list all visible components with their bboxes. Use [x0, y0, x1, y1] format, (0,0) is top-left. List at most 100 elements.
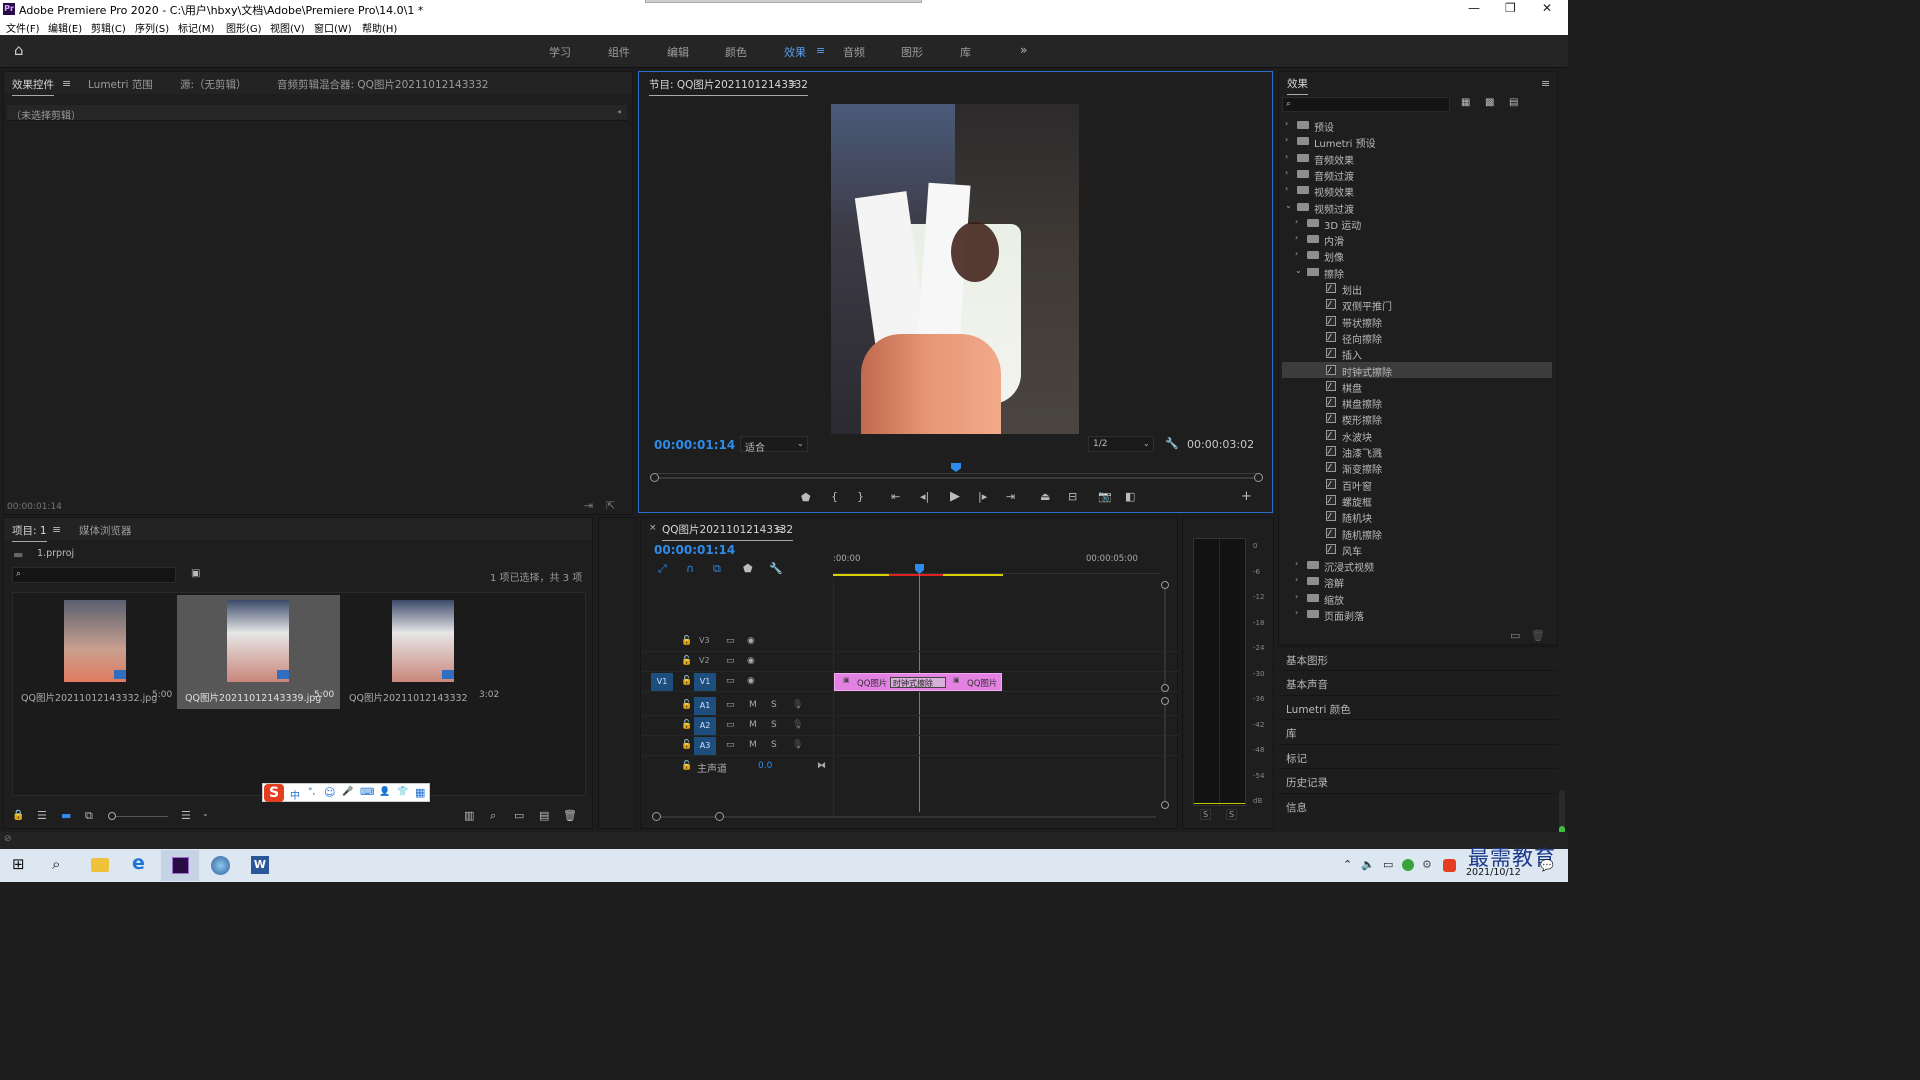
- go-to-end-icon[interactable]: ⧓: [817, 761, 826, 771]
- right-scroll-indicator[interactable]: [1559, 790, 1565, 836]
- close-tab-icon[interactable]: ×: [649, 524, 657, 533]
- track-target-a3[interactable]: A3: [694, 737, 716, 755]
- lock-icon[interactable]: 🔓: [681, 656, 692, 666]
- tab-effect-controls[interactable]: 效果控件: [12, 77, 54, 96]
- a-scroll-bottom[interactable]: [1161, 801, 1169, 809]
- add-marker-icon[interactable]: ⬟: [743, 563, 753, 574]
- effect-folder[interactable]: › 音频效果: [1282, 150, 1552, 167]
- zoom-scrollbar[interactable]: [650, 473, 1263, 482]
- master-volume[interactable]: 0.0: [758, 761, 772, 771]
- menu-edit[interactable]: 编辑(E): [48, 20, 82, 35]
- ime-user-icon[interactable]: 👤: [379, 787, 390, 797]
- tray-app-icon[interactable]: [1402, 859, 1414, 871]
- workspace-editing[interactable]: 编辑: [667, 44, 689, 60]
- effect-folder[interactable]: ⌄ 视频过渡: [1282, 199, 1552, 216]
- v-scroll-track[interactable]: [1164, 589, 1166, 684]
- chevron-right-icon[interactable]: ›: [1295, 233, 1298, 242]
- workspace-menu-icon[interactable]: ≡: [816, 45, 825, 56]
- project-item[interactable]: QQ图片20211012143332.jpg 5:00: [15, 595, 177, 709]
- zoom-handle-left[interactable]: [650, 473, 659, 482]
- workspace-libraries[interactable]: 库: [960, 44, 971, 60]
- panel-info[interactable]: 信息: [1278, 793, 1558, 817]
- video-clip[interactable]: ▣ QQ图片 时钟式擦除 ▣ QQ图片: [834, 673, 1002, 691]
- chevron-right-icon[interactable]: ›: [1295, 575, 1298, 584]
- effect-item[interactable]: 棋盘: [1282, 378, 1552, 395]
- app-circle-icon[interactable]: [211, 856, 230, 875]
- search-icon[interactable]: ⌕: [52, 857, 60, 872]
- lock-icon[interactable]: 🔓: [681, 740, 692, 750]
- find-icon[interactable]: ⌕: [490, 810, 496, 821]
- linked-selection-icon[interactable]: ⧉: [713, 563, 721, 574]
- workspace-audio[interactable]: 音频: [843, 44, 865, 60]
- workspace-learn[interactable]: 学习: [549, 44, 571, 60]
- chevron-right-icon[interactable]: ›: [1285, 184, 1288, 193]
- effect-folder[interactable]: › 页面剥落: [1282, 606, 1552, 623]
- h-scroll-right[interactable]: [715, 812, 724, 821]
- menu-help[interactable]: 帮助(H): [362, 20, 397, 35]
- lock-icon[interactable]: 🔓: [681, 676, 692, 686]
- filter-icon[interactable]: ⇱: [606, 500, 615, 511]
- volume-icon[interactable]: 🔈: [1361, 859, 1375, 870]
- effect-folder[interactable]: › 划像: [1282, 247, 1552, 264]
- effect-folder[interactable]: › 视频效果: [1282, 182, 1552, 199]
- time-ruler[interactable]: [833, 566, 1161, 574]
- restore-icon[interactable]: ❐: [1505, 1, 1516, 15]
- panel-essential-graphics[interactable]: 基本图形: [1278, 646, 1558, 670]
- tab-media-browser[interactable]: 媒体浏览器: [79, 523, 132, 538]
- panel-markers[interactable]: 标记: [1278, 744, 1558, 768]
- track-target-v1[interactable]: V1: [694, 673, 716, 691]
- close-icon[interactable]: ✕: [1542, 1, 1552, 15]
- mic-icon[interactable]: 🎙: [792, 720, 803, 730]
- taskbar-date[interactable]: 2021/10/12: [1466, 867, 1521, 878]
- project-item[interactable]: QQ图片20211012143332 3:02: [341, 595, 503, 709]
- ime-chinese[interactable]: 中: [290, 787, 300, 802]
- step-forward-icon[interactable]: |▸: [978, 491, 987, 502]
- more-workspaces-icon[interactable]: »: [1020, 44, 1027, 56]
- new-bin-icon[interactable]: ▭: [1510, 630, 1520, 641]
- list-view-icon[interactable]: ☰: [37, 810, 47, 821]
- icon-view-icon[interactable]: ▬: [61, 810, 71, 821]
- workspace-graphics[interactable]: 图形: [901, 44, 923, 60]
- sync-lock-icon[interactable]: ▭: [726, 700, 735, 710]
- track-label[interactable]: V3: [699, 636, 710, 645]
- chevron-right-icon[interactable]: ›: [1295, 608, 1298, 617]
- accelerated-effects-icon[interactable]: ▦: [1461, 98, 1470, 108]
- lock-icon[interactable]: 🔓: [681, 700, 692, 710]
- ime-punct[interactable]: °,: [308, 787, 315, 797]
- timeline-timecode[interactable]: 00:00:01:14: [654, 543, 735, 557]
- tray-ime-icon[interactable]: ⚙: [1422, 859, 1432, 870]
- yuv-effects-icon[interactable]: ▤: [1509, 98, 1518, 108]
- export-frame-camera-icon[interactable]: 📷: [1098, 491, 1112, 502]
- effects-title[interactable]: 效果: [1287, 76, 1308, 95]
- effect-folder[interactable]: › 音频过渡: [1282, 166, 1552, 183]
- effect-folder[interactable]: › 3D 运动: [1282, 215, 1552, 232]
- settings-wrench-icon[interactable]: 🔧: [1165, 438, 1179, 449]
- eye-icon[interactable]: ◉: [747, 636, 755, 646]
- source-patch-v1[interactable]: V1: [651, 673, 673, 691]
- snap-icon[interactable]: ∩: [686, 563, 694, 574]
- effect-folder[interactable]: › 内滑: [1282, 231, 1552, 248]
- track-label[interactable]: V2: [699, 656, 710, 665]
- step-back-icon[interactable]: ◂|: [920, 491, 929, 502]
- sort-icon[interactable]: ☰: [181, 810, 191, 821]
- sogou-logo-icon[interactable]: S: [264, 784, 284, 802]
- tray-chevron-icon[interactable]: ⌃: [1343, 859, 1352, 870]
- h-scroll-track[interactable]: [656, 816, 1156, 818]
- solo-button[interactable]: S: [771, 740, 777, 750]
- chevron-right-icon[interactable]: ›: [1285, 152, 1288, 161]
- effect-item[interactable]: 插入: [1282, 345, 1552, 362]
- project-search-input[interactable]: ⌕: [12, 567, 176, 583]
- ime-keyboard-icon[interactable]: ⌨: [360, 787, 374, 798]
- effects-search-input[interactable]: ⌕: [1282, 97, 1450, 112]
- comparison-view-icon[interactable]: ◧: [1125, 491, 1135, 502]
- go-to-out-icon[interactable]: ⇥: [1006, 491, 1015, 502]
- program-timecode[interactable]: 00:00:01:14: [654, 438, 735, 452]
- a-scroll-top[interactable]: [1161, 697, 1169, 705]
- resolution-dropdown[interactable]: 1/2 ⌄: [1088, 436, 1154, 452]
- workspace-effects[interactable]: 效果: [784, 44, 806, 60]
- effect-item[interactable]: 棋盘擦除: [1282, 394, 1552, 411]
- ime-skin-icon[interactable]: 👕: [397, 787, 408, 797]
- sequence-tab[interactable]: QQ图片20211012143332: [662, 522, 794, 541]
- mark-in-icon[interactable]: {: [831, 491, 838, 502]
- windows-start-icon[interactable]: ⊞: [12, 857, 25, 872]
